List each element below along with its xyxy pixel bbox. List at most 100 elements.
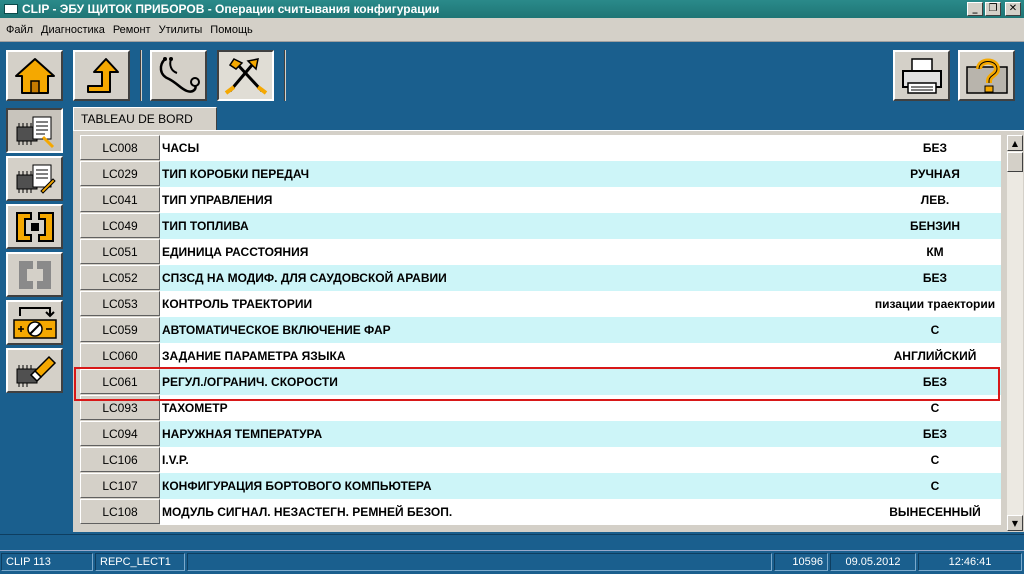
up-arrow-icon [86, 57, 119, 93]
table-row[interactable]: LC094 НАРУЖНАЯ ТЕМПЕРАТУРА БЕЗ [80, 421, 1001, 447]
table-row[interactable]: LC060 ЗАДАНИЕ ПАРАМЕТРА ЯЗЫКА АНГЛИЙСКИЙ [80, 343, 1001, 369]
config-panel: LC008 ЧАСЫ БЕЗ LC029 ТИП КОРОБКИ ПЕРЕДАЧ РУЧН… [73, 130, 1024, 532]
minimize-button[interactable]: _ [967, 2, 983, 16]
row-code-button[interactable]: LC049 [80, 213, 160, 238]
row-parameter-name: ЗАДАНИЕ ПАРАМЕТРА ЯЗЫКА [162, 349, 346, 363]
ecu-write-icon [16, 164, 56, 194]
row-data: I.V.P. С [160, 447, 1001, 473]
row-code-button[interactable]: LC029 [80, 161, 160, 186]
help-button[interactable] [958, 50, 1015, 101]
row-data: ТАХОМЕТР С [160, 395, 1001, 421]
row-parameter-value: БЕЗ [922, 271, 948, 285]
row-data: ТИП ТОПЛИВА БЕНЗИН [160, 213, 1001, 239]
row-parameter-name: КОНТРОЛЬ ТРАЕКТОРИИ [162, 297, 313, 311]
scroll-thumb[interactable] [1007, 152, 1023, 172]
row-parameter-name: МОДУЛЬ СИГНАЛ. НЕЗАСТЕГН. РЕМНЕЙ БЕЗОП. [162, 505, 453, 519]
switch-icon [12, 306, 57, 339]
row-parameter-name: РЕГУЛ./ОГРАНИЧ. СКОРОСТИ [162, 375, 338, 389]
row-parameter-value: пизации траектории [874, 297, 996, 311]
menu-file[interactable]: Файл [2, 24, 37, 36]
row-data: НАРУЖНАЯ ТЕМПЕРАТУРА БЕЗ [160, 421, 1001, 447]
table-row[interactable]: LC029 ТИП КОРОБКИ ПЕРЕДАЧ РУЧНАЯ [80, 161, 1001, 187]
info-line [0, 534, 1024, 550]
repair-button[interactable] [217, 50, 274, 101]
vertical-scrollbar[interactable]: ▲ ▼ [1007, 135, 1023, 531]
side-erase-button[interactable] [6, 348, 63, 393]
row-parameter-name: ТИП ТОПЛИВА [162, 219, 249, 233]
menu-utilities[interactable]: Утилиты [155, 24, 207, 36]
table-row[interactable]: LC049 ТИП ТОПЛИВА БЕНЗИН [80, 213, 1001, 239]
row-code-button[interactable]: LC059 [80, 317, 160, 342]
row-code-button[interactable]: LC053 [80, 291, 160, 316]
table-row[interactable]: LC059 АВТОМАТИЧЕСКОЕ ВКЛЮЧЕНИЕ ФАР С [80, 317, 1001, 343]
side-config-read-button[interactable] [6, 108, 63, 153]
row-parameter-value: КМ [926, 245, 944, 259]
table-row[interactable]: LC106 I.V.P. С [80, 447, 1001, 473]
row-parameter-value: БЕЗ [922, 141, 948, 155]
connector-disabled-icon [18, 260, 51, 289]
table-row[interactable]: LC041 ТИП УПРАВЛЕНИЯ ЛЕВ. [80, 187, 1001, 213]
row-parameter-value: ЛЕВ. [920, 193, 950, 207]
status-mode: REPC_LECT1 [95, 553, 185, 571]
table-row[interactable]: LC107 КОНФИГУРАЦИЯ БОРТОВОГО КОМПЬЮТЕРА С [80, 473, 1001, 499]
tab-tableau-de-bord[interactable]: TABLEAU DE BORD [73, 107, 217, 131]
row-parameter-value: БЕЗ [922, 427, 948, 441]
row-code-button[interactable]: LC093 [80, 395, 160, 420]
status-time: 12:46:41 [918, 553, 1022, 571]
table-row[interactable]: LC051 ЕДИНИЦА РАССТОЯНИЯ КМ [80, 239, 1001, 265]
row-code-button[interactable]: LC051 [80, 239, 160, 264]
row-code-button[interactable]: LC008 [80, 135, 160, 160]
row-code-button[interactable]: LC106 [80, 447, 160, 472]
app-icon [4, 4, 18, 14]
restore-button[interactable]: ❐ [985, 2, 1001, 16]
row-data: МОДУЛЬ СИГНАЛ. НЕЗАСТЕГН. РЕМНЕЙ БЕЗОП. В… [160, 499, 1001, 525]
row-data: КОНФИГУРАЦИЯ БОРТОВОГО КОМПЬЮТЕРА С [160, 473, 1001, 499]
diagnostic-button[interactable] [150, 50, 207, 101]
help-icon [965, 58, 1008, 94]
back-button[interactable] [73, 50, 130, 101]
table-row[interactable]: LC108 МОДУЛЬ СИГНАЛ. НЕЗАСТЕГН. РЕМНЕЙ БЕ… [80, 499, 1001, 525]
row-code-button[interactable]: LC052 [80, 265, 160, 290]
row-data: СПЗСД НА МОДИФ. ДЛЯ САУДОВСКОЙ АРАВИИ БЕЗ [160, 265, 1001, 291]
tools-icon [224, 57, 267, 95]
table-row[interactable]: LC061 РЕГУЛ./ОГРАНИЧ. СКОРОСТИ БЕЗ [80, 369, 1001, 395]
row-code-button[interactable]: LC107 [80, 473, 160, 498]
print-button[interactable] [893, 50, 950, 101]
side-config-write-button[interactable] [6, 156, 63, 201]
scroll-down-arrow[interactable]: ▼ [1007, 515, 1023, 531]
side-switch-button[interactable] [6, 300, 63, 345]
row-code-button[interactable]: LC060 [80, 343, 160, 368]
row-parameter-name: ТИП УПРАВЛЕНИЯ [162, 193, 273, 207]
config-table: LC008 ЧАСЫ БЕЗ LC029 ТИП КОРОБКИ ПЕРЕДАЧ РУЧН… [80, 135, 1001, 525]
row-data: ЕДИНИЦА РАССТОЯНИЯ КМ [160, 239, 1001, 265]
row-parameter-value: ВЫНЕСЕННЫЙ [889, 505, 981, 519]
row-parameter-name: НАРУЖНАЯ ТЕМПЕРАТУРА [162, 427, 323, 441]
table-row[interactable]: LC053 КОНТРОЛЬ ТРАЕКТОРИИ пизации траектор… [80, 291, 1001, 317]
menu-help[interactable]: Помощь [206, 24, 257, 36]
row-code-button[interactable]: LC041 [80, 187, 160, 212]
row-code-button[interactable]: LC094 [80, 421, 160, 446]
row-data: ТИП УПРАВЛЕНИЯ ЛЕВ. [160, 187, 1001, 213]
row-code-button[interactable]: LC108 [80, 499, 160, 524]
row-data: РЕГУЛ./ОГРАНИЧ. СКОРОСТИ БЕЗ [160, 369, 1001, 395]
table-row[interactable]: LC093 ТАХОМЕТР С [80, 395, 1001, 421]
table-row[interactable]: LC052 СПЗСД НА МОДИФ. ДЛЯ САУДОВСКОЙ АРАВ… [80, 265, 1001, 291]
connector-icon [15, 211, 54, 242]
side-disabled-button[interactable] [6, 252, 63, 297]
menu-repair[interactable]: Ремонт [109, 24, 155, 36]
close-button[interactable]: ✕ [1005, 2, 1021, 16]
home-button[interactable] [6, 50, 63, 101]
toolbar-separator [140, 50, 142, 101]
row-code-button[interactable]: LC061 [80, 369, 160, 394]
row-parameter-value: С [930, 479, 940, 493]
scroll-up-arrow[interactable]: ▲ [1007, 135, 1023, 151]
title-bar: CLIP - ЭБУ ЩИТОК ПРИБОРОВ - Операции счи… [0, 0, 1024, 18]
printer-icon [901, 57, 942, 94]
status-date: 09.05.2012 [830, 553, 916, 571]
row-data: ЗАДАНИЕ ПАРАМЕТРА ЯЗЫКА АНГЛИЙСКИЙ [160, 343, 1001, 369]
table-row[interactable]: LC008 ЧАСЫ БЕЗ [80, 135, 1001, 161]
side-connector-button[interactable] [6, 204, 63, 249]
row-parameter-value: БЕЗ [922, 375, 948, 389]
row-parameter-name: ЧАСЫ [162, 141, 200, 155]
menu-diagnostics[interactable]: Диагностика [37, 24, 109, 36]
